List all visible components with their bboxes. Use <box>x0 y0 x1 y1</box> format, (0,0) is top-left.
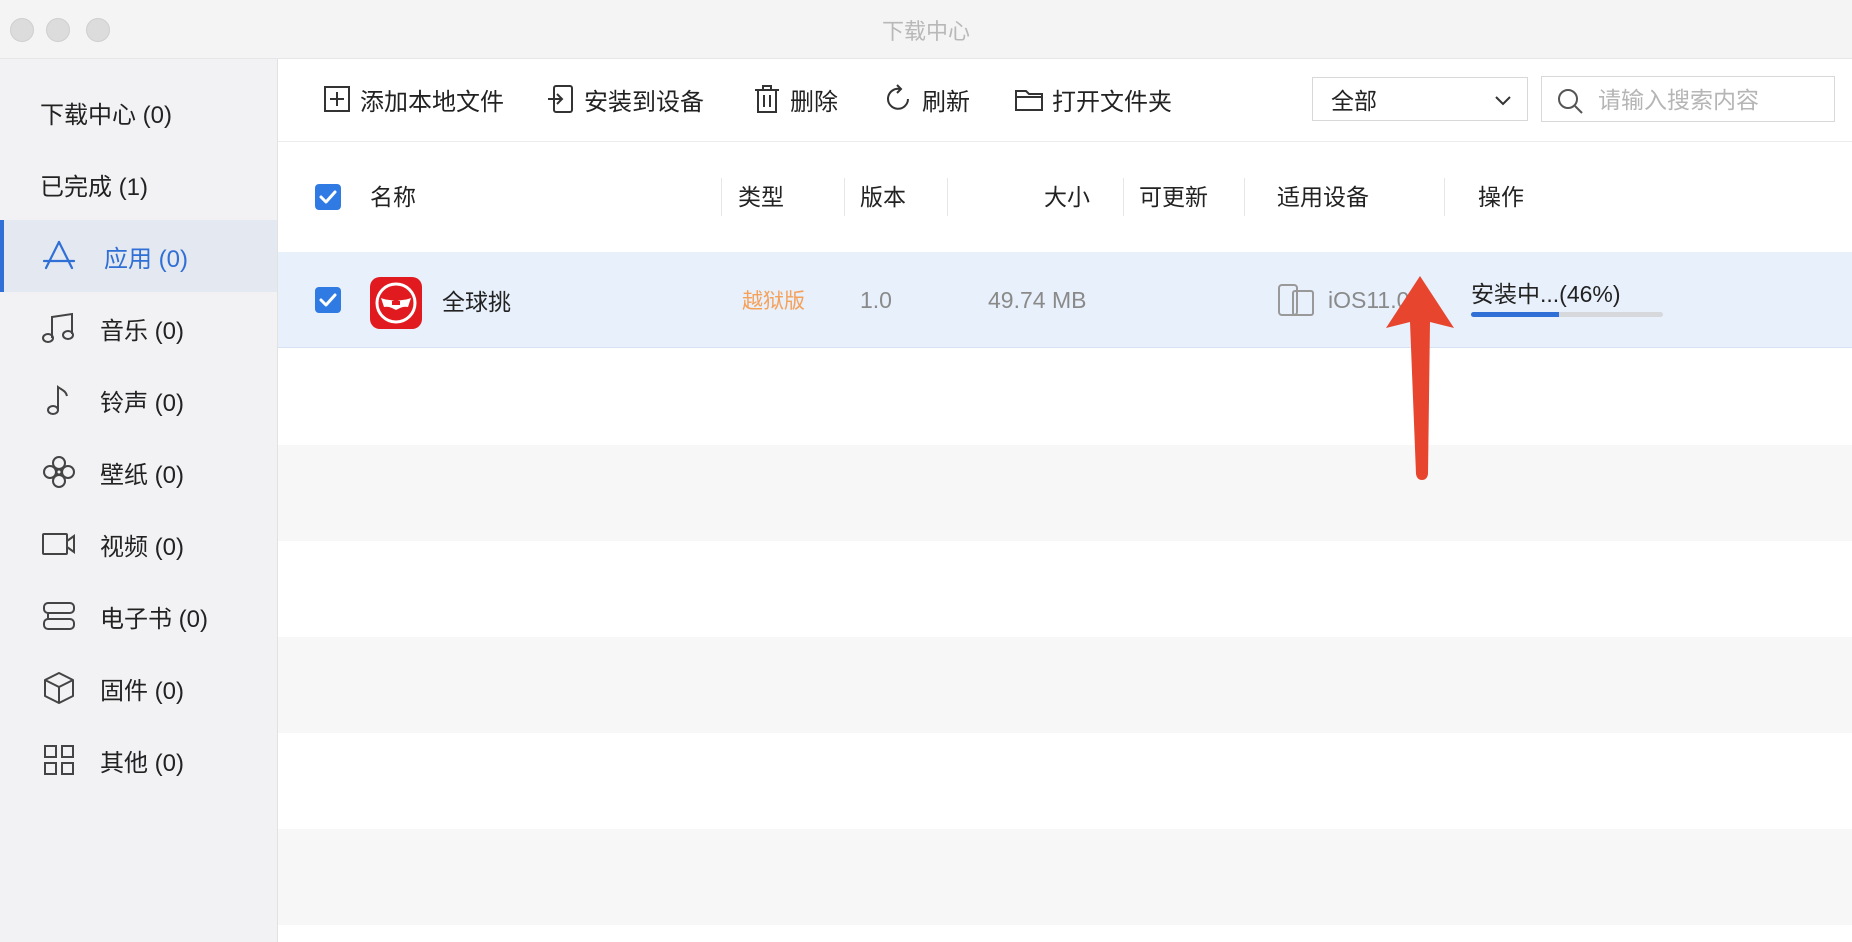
column-header-size[interactable]: 大小 <box>1044 142 1090 252</box>
sidebar: 下载中心 (0) 已完成 (1) 应用 (0) 音乐 (0) 铃声 (0) 壁纸… <box>0 59 278 942</box>
app-version: 1.0 <box>860 286 892 313</box>
sidebar-item-label: 固件 (0) <box>100 677 184 705</box>
refresh-button[interactable]: 刷新 <box>884 79 970 119</box>
column-divider[interactable] <box>1444 178 1445 216</box>
install-to-device-button[interactable]: 安装到设备 <box>546 79 704 119</box>
search-input[interactable] <box>1596 83 1830 117</box>
other-icon <box>44 745 74 775</box>
firmware-icon <box>44 672 74 704</box>
column-divider[interactable] <box>721 178 722 216</box>
ebook-icon <box>43 602 75 630</box>
window-title: 下载中心 <box>881 19 970 44</box>
column-header-updatable[interactable]: 可更新 <box>1139 142 1208 252</box>
search-box <box>1541 76 1835 122</box>
column-divider[interactable] <box>1123 178 1124 216</box>
sidebar-item-videos[interactable]: 视频 (0) <box>0 508 277 580</box>
download-center-window: 下载中心 下载中心 (0) 已完成 (1) 应用 (0) 音乐 (0) 铃声 (… <box>0 0 1852 942</box>
app-store-icon <box>42 240 76 270</box>
row-checkbox[interactable] <box>315 287 341 313</box>
app-size: 49.74 MB <box>988 286 1087 313</box>
delete-button[interactable]: 删除 <box>752 79 838 119</box>
delete-label: 删除 <box>790 88 838 116</box>
type-badge: 越狱版 <box>742 290 805 313</box>
add-file-icon <box>324 86 350 112</box>
empty-row <box>278 829 1852 925</box>
empty-row <box>278 637 1852 733</box>
wallpaper-icon <box>43 456 75 488</box>
select-all-checkbox[interactable] <box>315 184 341 210</box>
app-icon <box>370 277 422 329</box>
sidebar-item-downloading[interactable]: 下载中心 (0) <box>0 76 277 148</box>
checkmark-icon <box>319 190 337 204</box>
sidebar-item-label: 音乐 (0) <box>100 317 184 345</box>
table-header: 名称 类型 版本 大小 可更新 适用设备 操作 <box>278 142 1852 252</box>
sidebar-item-label: 视频 (0) <box>100 533 184 561</box>
column-header-device[interactable]: 适用设备 <box>1277 142 1369 252</box>
sidebar-item-label: 已完成 (1) <box>40 173 148 201</box>
music-icon <box>42 312 74 343</box>
install-device-icon <box>548 85 573 113</box>
sidebar-item-firmware[interactable]: 固件 (0) <box>0 652 277 724</box>
video-icon <box>42 533 75 555</box>
refresh-label: 刷新 <box>922 88 970 116</box>
trash-icon <box>755 85 779 113</box>
sidebar-item-label: 壁纸 (0) <box>100 461 184 489</box>
sidebar-item-other[interactable]: 其他 (0) <box>0 724 277 796</box>
ringtone-icon <box>47 385 68 415</box>
column-header-action[interactable]: 操作 <box>1478 142 1524 252</box>
sidebar-item-label: 电子书 (0) <box>100 605 208 633</box>
empty-row <box>278 445 1852 541</box>
add-local-file-button[interactable]: 添加本地文件 <box>322 79 504 119</box>
toolbar: 添加本地文件 安装到设备 删除 刷新 打开文件夹 全部 请输入搜索内容 <box>278 59 1852 142</box>
checkmark-icon <box>319 293 337 307</box>
app-name: 全球挑 <box>442 289 511 315</box>
column-divider[interactable] <box>844 178 845 216</box>
empty-row <box>278 541 1852 637</box>
table-row[interactable]: 全球挑 越狱版 1.0 49.74 MB iOS11.0+ 安装中...(46%… <box>278 252 1852 348</box>
title-bar: 下载中心 <box>0 0 1852 59</box>
install-to-device-label: 安装到设备 <box>584 88 704 116</box>
category-filter-select[interactable]: 全部 <box>1312 77 1528 121</box>
sidebar-item-wallpapers[interactable]: 壁纸 (0) <box>0 436 277 508</box>
sidebar-item-music[interactable]: 音乐 (0) <box>0 292 277 364</box>
column-header-version[interactable]: 版本 <box>860 142 906 252</box>
app-logo-icon <box>375 282 417 324</box>
refresh-icon <box>887 84 909 110</box>
sidebar-item-apps[interactable]: 应用 (0) <box>0 220 277 292</box>
sidebar-item-completed[interactable]: 已完成 (1) <box>0 148 277 220</box>
install-status: 安装中...(46%) <box>1471 281 1621 307</box>
add-local-file-label: 添加本地文件 <box>360 88 504 116</box>
device-icon <box>1278 284 1314 316</box>
open-folder-label: 打开文件夹 <box>1052 88 1172 116</box>
column-header-type[interactable]: 类型 <box>738 142 784 252</box>
search-icon <box>1558 89 1583 114</box>
main-panel: 添加本地文件 安装到设备 删除 刷新 打开文件夹 全部 请输入搜索内容 名称 类… <box>278 59 1852 942</box>
sidebar-item-label: 铃声 (0) <box>100 389 184 417</box>
empty-row <box>278 733 1852 829</box>
sidebar-item-label: 应用 (0) <box>104 245 188 273</box>
sidebar-item-ebooks[interactable]: 电子书 (0) <box>0 580 277 652</box>
install-progress-bar <box>1471 312 1663 317</box>
open-folder-button[interactable]: 打开文件夹 <box>1014 79 1172 119</box>
sidebar-item-label: 其他 (0) <box>100 749 184 777</box>
install-progress-fill <box>1471 312 1560 317</box>
category-filter-value: 全部 <box>1331 88 1377 114</box>
column-divider[interactable] <box>947 178 948 216</box>
column-divider[interactable] <box>1244 178 1245 216</box>
sidebar-item-label: 下载中心 (0) <box>40 101 172 129</box>
sidebar-item-ringtones[interactable]: 铃声 (0) <box>0 364 277 436</box>
empty-row <box>278 349 1852 445</box>
chevron-down-icon <box>1495 96 1511 106</box>
folder-icon <box>1015 90 1043 111</box>
annotation-arrow-icon <box>1386 276 1454 480</box>
column-header-name[interactable]: 名称 <box>370 142 416 252</box>
